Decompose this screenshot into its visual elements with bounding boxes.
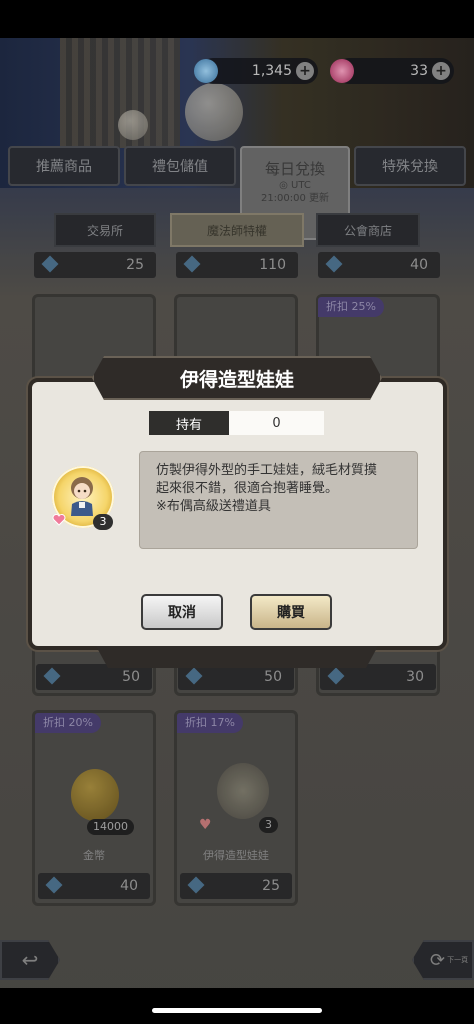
home-indicator[interactable]: [152, 1008, 322, 1013]
doll-portrait-icon: [71, 477, 93, 516]
cancel-label: 取消: [168, 605, 196, 621]
dialog-bottom-trim: [96, 646, 378, 668]
status-bar: [0, 0, 474, 38]
owned-label: 持有: [149, 411, 229, 435]
buy-label: 購買: [277, 605, 305, 621]
item-quantity-badge: 3: [93, 514, 113, 530]
item-description: 仿製伊得外型的手工娃娃，絨毛材質摸 起來很不錯，很適合抱著睡覺。 ※布偶高級送禮…: [139, 451, 418, 549]
buy-button[interactable]: 購買: [250, 594, 332, 630]
bottom-bar: [0, 988, 474, 1024]
cancel-button[interactable]: 取消: [141, 594, 223, 630]
dialog-title-text: 伊得造型娃娃: [179, 368, 294, 391]
owned-value: 0: [229, 411, 324, 435]
dialog-title: 伊得造型娃娃: [92, 356, 382, 400]
heart-icon: [52, 514, 66, 526]
